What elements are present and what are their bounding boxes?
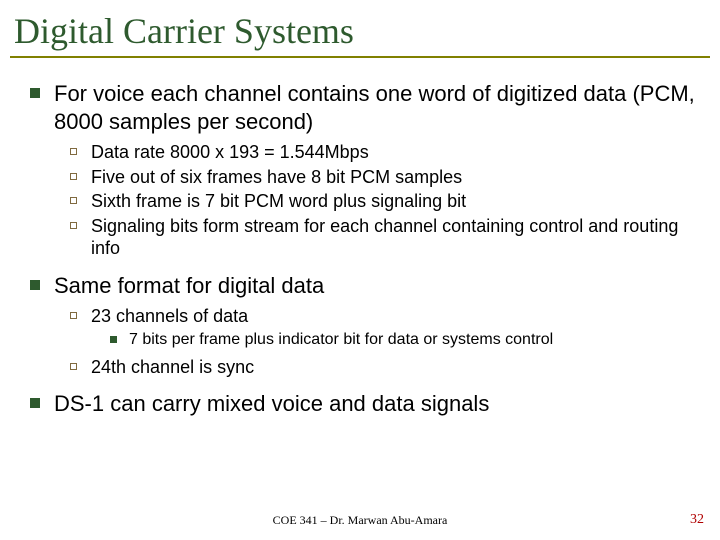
hollow-square-icon <box>70 363 77 370</box>
bullet-level2: 24th channel is sync <box>70 356 696 379</box>
hollow-square-icon <box>70 197 77 204</box>
square-bullet-icon <box>30 88 40 98</box>
bullet-level1: Same format for digital data <box>30 272 696 300</box>
bullet-text: Sixth frame is 7 bit PCM word plus signa… <box>91 190 466 213</box>
bullet-text: DS-1 can carry mixed voice and data sign… <box>54 390 489 418</box>
bullet-level1: For voice each channel contains one word… <box>30 80 696 135</box>
bullet-text: Signaling bits form stream for each chan… <box>91 215 696 260</box>
bullet-text: 23 channels of data <box>91 305 248 328</box>
bullet-level3-group: 7 bits per frame plus indicator bit for … <box>110 330 696 350</box>
bullet-level2: Signaling bits form stream for each chan… <box>70 215 696 260</box>
bullet-level3: 7 bits per frame plus indicator bit for … <box>110 330 696 350</box>
hollow-square-icon <box>70 312 77 319</box>
footer-text: COE 341 – Dr. Marwan Abu-Amara <box>0 513 720 528</box>
bullet-level2-group: Data rate 8000 x 193 = 1.544Mbps Five ou… <box>70 141 696 260</box>
bullet-level2-group: 23 channels of data 7 bits per frame plu… <box>70 305 696 378</box>
square-bullet-icon <box>30 280 40 290</box>
bullet-text: Five out of six frames have 8 bit PCM sa… <box>91 166 462 189</box>
hollow-square-icon <box>70 148 77 155</box>
bullet-level2: 23 channels of data <box>70 305 696 328</box>
slide-title: Digital Carrier Systems <box>10 8 710 58</box>
hollow-square-icon <box>70 222 77 229</box>
small-square-icon <box>110 336 117 343</box>
bullet-text: Same format for digital data <box>54 272 324 300</box>
bullet-text: For voice each channel contains one word… <box>54 80 696 135</box>
bullet-level2: Five out of six frames have 8 bit PCM sa… <box>70 166 696 189</box>
slide: Digital Carrier Systems For voice each c… <box>0 0 720 540</box>
bullet-level1: DS-1 can carry mixed voice and data sign… <box>30 390 696 418</box>
bullet-level2: Sixth frame is 7 bit PCM word plus signa… <box>70 190 696 213</box>
bullet-text: 7 bits per frame plus indicator bit for … <box>129 330 553 350</box>
hollow-square-icon <box>70 173 77 180</box>
bullet-text: Data rate 8000 x 193 = 1.544Mbps <box>91 141 369 164</box>
bullet-text: 24th channel is sync <box>91 356 254 379</box>
bullet-level2: Data rate 8000 x 193 = 1.544Mbps <box>70 141 696 164</box>
square-bullet-icon <box>30 398 40 408</box>
page-number: 32 <box>690 512 704 528</box>
slide-content: For voice each channel contains one word… <box>10 58 710 418</box>
title-underline <box>10 56 710 58</box>
